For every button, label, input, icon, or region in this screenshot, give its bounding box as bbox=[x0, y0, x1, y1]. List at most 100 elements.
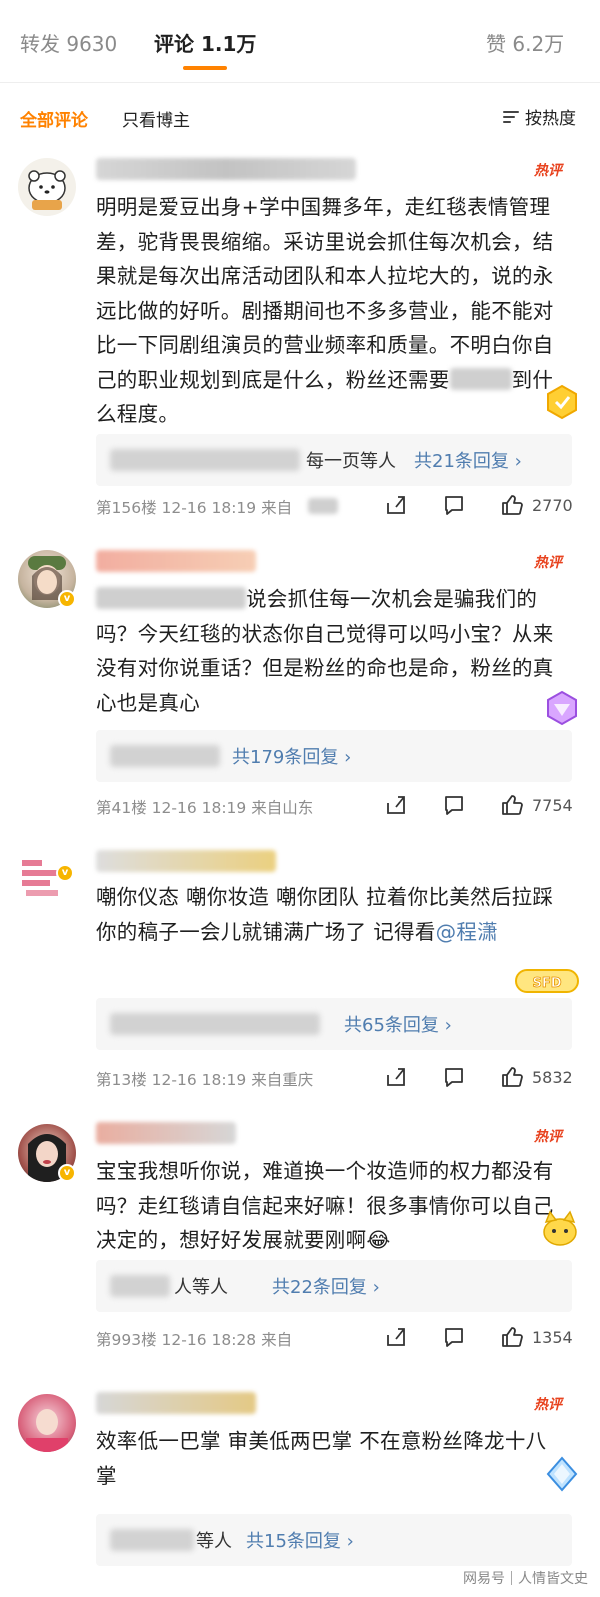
blurred-reply-names bbox=[110, 1013, 320, 1035]
floor-time-location: 第993楼 12-16 18:28 来自 bbox=[96, 1331, 293, 1349]
thumbs-up-icon[interactable] bbox=[500, 1325, 524, 1349]
sort-button[interactable]: 按热度 bbox=[503, 104, 576, 129]
blurred-text bbox=[96, 587, 246, 609]
reply-count-link[interactable]: 共179条回复 › bbox=[232, 743, 351, 769]
laughing-emoji-icon: 😂 bbox=[366, 1228, 391, 1252]
thumbs-up-icon[interactable] bbox=[500, 793, 524, 817]
floor-time-location: 第41楼 12-16 18:19 来自山东 bbox=[96, 799, 314, 817]
reply-preview[interactable]: 共65条回复 › bbox=[96, 998, 572, 1050]
hot-comment-badge: 热评 bbox=[534, 555, 562, 571]
username-blurred[interactable] bbox=[96, 1392, 256, 1414]
tab-indicator bbox=[183, 66, 227, 70]
comment-item: v 热评 宝宝我想听你说，难道换一个妆造师的权力都没有吗？走红毯请自信起来好嘛！… bbox=[0, 1112, 600, 1382]
comment-text: 说会抓住每一次机会是骗我们的吗？今天红毯的状态你自己觉得可以吗小宝？从来没有对你… bbox=[96, 587, 554, 715]
reply-preview[interactable]: 人等人 共22条回复 › bbox=[96, 1260, 572, 1312]
avatar[interactable] bbox=[18, 158, 76, 216]
share-icon[interactable] bbox=[384, 793, 408, 817]
comment-meta: 第993楼 12-16 18:28 来自 1354 bbox=[96, 1322, 576, 1356]
blurred-reply-names bbox=[110, 449, 300, 471]
divider bbox=[0, 82, 600, 83]
reply-count: 共15条回复 bbox=[246, 1531, 341, 1552]
share-icon[interactable] bbox=[384, 1065, 408, 1089]
watermark: 网易号 人情皆文史 bbox=[463, 1568, 588, 1588]
mention-link[interactable]: @程潇 bbox=[436, 920, 498, 944]
tab-likes[interactable]: 赞 6.2万 bbox=[486, 28, 564, 57]
chevron-right-icon: › bbox=[346, 1531, 354, 1552]
like-count: 7754 bbox=[532, 796, 573, 815]
comment-meta: 第156楼 12-16 18:19 来自 2770 bbox=[96, 490, 576, 524]
sort-label: 按热度 bbox=[525, 109, 576, 129]
comment-text: 宝宝我想听你说，难道换一个妆造师的权力都没有吗？走红毯请自信起来好嘛！很多事情你… bbox=[96, 1159, 554, 1252]
verified-badge-icon: v bbox=[58, 590, 76, 608]
svg-text:SFD: SFD bbox=[532, 976, 561, 991]
tab-comments[interactable]: 评论 1.1万 bbox=[154, 28, 256, 57]
sort-icon bbox=[503, 109, 521, 125]
watermark-divider bbox=[511, 1571, 512, 1585]
blurred-reply-names bbox=[110, 1529, 194, 1551]
reply-count-link[interactable]: 共22条回复 › bbox=[272, 1273, 380, 1299]
watermark-brand: 网易号 bbox=[463, 1571, 505, 1587]
thumbs-up-icon[interactable] bbox=[500, 493, 524, 517]
comment-icon[interactable] bbox=[442, 493, 466, 517]
reply-preview[interactable]: 等人 共15条回复 › bbox=[96, 1514, 572, 1566]
hot-comment-badge: 热评 bbox=[534, 1397, 562, 1413]
blurred-text bbox=[308, 498, 338, 514]
share-icon[interactable] bbox=[384, 1325, 408, 1349]
comment-meta: 第41楼 12-16 18:19 来自山东 7754 bbox=[96, 790, 576, 824]
thumbs-up-icon[interactable] bbox=[500, 1065, 524, 1089]
verified-badge-icon: v bbox=[58, 1164, 76, 1182]
username-blurred[interactable] bbox=[96, 1122, 236, 1144]
blurred-reply-names bbox=[110, 745, 220, 767]
reply-preview-text: 等人 bbox=[196, 1531, 232, 1552]
chevron-right-icon: › bbox=[344, 747, 352, 768]
medal-sticker-icon bbox=[547, 384, 577, 420]
chevron-right-icon: › bbox=[514, 451, 522, 472]
reply-count-link[interactable]: 共21条回复 › bbox=[414, 447, 522, 473]
comment-item: v 嘲你仪态 嘲你妆造 嘲你团队 拉着你比美然后拉踩你的稿子一会儿就铺满广场了 … bbox=[0, 840, 600, 1110]
floor-time-location: 第156楼 12-16 18:19 来自 bbox=[96, 499, 293, 517]
comment-icon[interactable] bbox=[442, 1325, 466, 1349]
comment-icon[interactable] bbox=[442, 793, 466, 817]
gem-sticker-icon bbox=[547, 690, 577, 726]
verified-badge-icon: v bbox=[56, 864, 74, 882]
reply-count: 共21条回复 bbox=[414, 451, 509, 472]
reply-count-link[interactable]: 共65条回复 › bbox=[344, 1011, 452, 1037]
reply-preview[interactable]: 共179条回复 › bbox=[96, 730, 572, 782]
like-count: 1354 bbox=[532, 1328, 573, 1347]
username-blurred[interactable] bbox=[96, 850, 276, 872]
reply-preview-text: 每一页等人 bbox=[306, 451, 396, 472]
blurred-text bbox=[449, 367, 512, 390]
username-blurred[interactable] bbox=[96, 158, 356, 180]
reply-preview[interactable]: 每一页等人 共21条回复 › bbox=[96, 434, 572, 486]
avatar[interactable] bbox=[18, 1394, 76, 1452]
reply-count: 共65条回复 bbox=[344, 1015, 439, 1036]
watermark-author: 人情皆文史 bbox=[518, 1571, 588, 1587]
reply-count: 共22条回复 bbox=[272, 1277, 367, 1298]
sfd-sticker-icon: SFD bbox=[515, 969, 579, 993]
cat-sticker-icon bbox=[543, 1210, 577, 1246]
comment-tabs: 转发 9630 评论 1.1万 赞 6.2万 bbox=[0, 0, 600, 82]
diamond-sticker-icon bbox=[546, 1456, 578, 1492]
comment-text: 明明是爱豆出身+学中国舞多年，走红毯表情管理差，驼背畏畏缩缩。采访里说会抓住每次… bbox=[96, 195, 554, 426]
avatar-image bbox=[26, 1409, 68, 1452]
floor-time-location: 第13楼 12-16 18:19 来自重庆 bbox=[96, 1071, 314, 1089]
username-blurred[interactable] bbox=[96, 550, 256, 572]
hot-comment-badge: 热评 bbox=[534, 1129, 562, 1145]
tab-repost[interactable]: 转发 9630 bbox=[20, 28, 117, 57]
like-count: 5832 bbox=[532, 1068, 573, 1087]
chevron-right-icon: › bbox=[372, 1277, 380, 1298]
reply-preview-text: 人等人 bbox=[174, 1277, 228, 1298]
chevron-right-icon: › bbox=[444, 1015, 452, 1036]
filter-all-comments[interactable]: 全部评论 bbox=[20, 106, 88, 131]
reply-count: 共179条回复 bbox=[232, 747, 339, 768]
hot-comment-badge: 热评 bbox=[534, 163, 562, 179]
reply-count-link[interactable]: 共15条回复 › bbox=[246, 1527, 354, 1553]
share-icon[interactable] bbox=[384, 493, 408, 517]
comment-item: v 热评 说会抓住每一次机会是骗我们的吗？今天红毯的状态你自己觉得可以吗小宝？从… bbox=[0, 540, 600, 840]
comment-icon[interactable] bbox=[442, 1065, 466, 1089]
blurred-reply-names bbox=[110, 1275, 170, 1297]
comment-text: 效率低一巴掌 审美低两巴掌 不在意粉丝降龙十八掌 bbox=[96, 1429, 547, 1488]
filter-author-only[interactable]: 只看博主 bbox=[122, 106, 190, 131]
comment-item: 热评 明明是爱豆出身+学中国舞多年，走红毯表情管理差，驼背畏畏缩缩。采访里说会抓… bbox=[0, 150, 600, 530]
avatar-image bbox=[28, 170, 66, 210]
